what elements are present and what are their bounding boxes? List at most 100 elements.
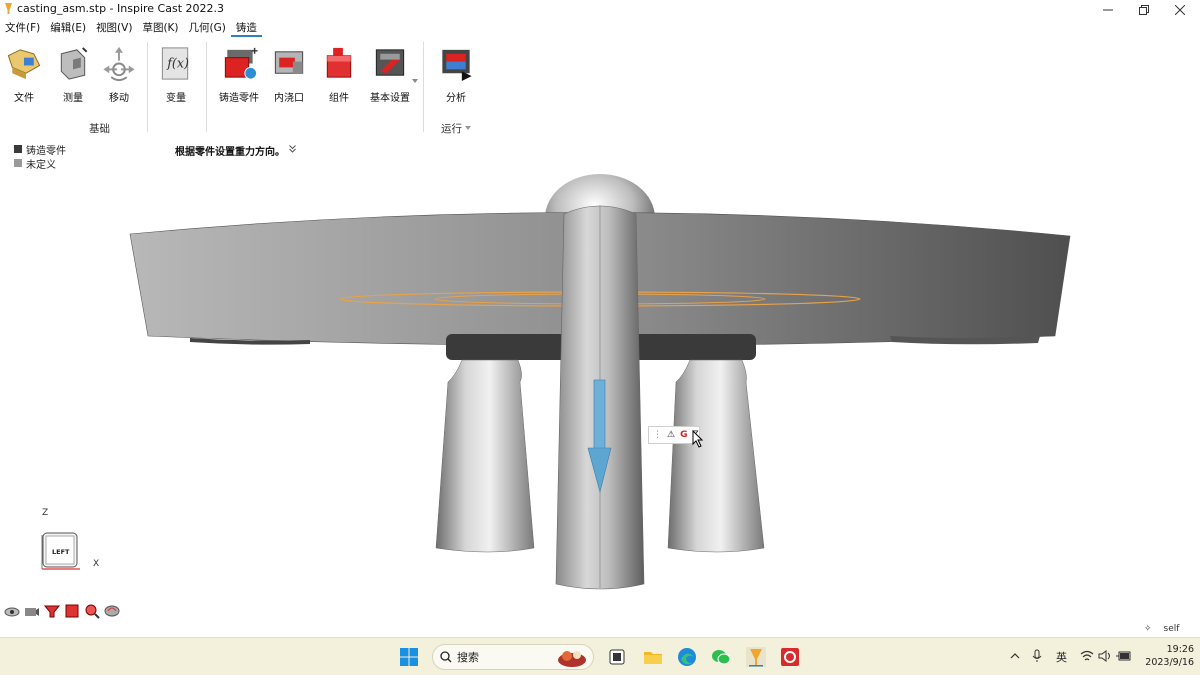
window-title: casting_asm.stp - Inspire Cast 2022.3	[17, 2, 224, 15]
tab-casting[interactable]: 铸造	[230, 19, 262, 37]
ribbon-variable-button[interactable]: f(x) 变量	[152, 44, 200, 104]
instruction-hint: 根据零件设置重力方向。	[175, 147, 285, 158]
restore-icon	[1139, 4, 1149, 15]
ribbon-separator	[147, 42, 148, 132]
ribbon-analysis-button[interactable]: 分析	[432, 44, 480, 104]
legend-item[interactable]: 未定义	[14, 156, 66, 171]
view-cube-face-label: LEFT	[52, 548, 70, 556]
render-mode-icon[interactable]	[104, 603, 120, 619]
ingate-icon	[274, 51, 304, 74]
search-highlight-icon	[558, 651, 586, 667]
gravity-label[interactable]: G	[680, 430, 687, 440]
ribbon-separator	[423, 42, 424, 132]
left-riser	[435, 359, 535, 553]
close-button[interactable]	[1162, 0, 1198, 19]
drag-handle-icon[interactable]: ⋮	[653, 430, 662, 440]
edge-browser-icon[interactable]	[677, 647, 697, 667]
legend-swatch	[14, 159, 22, 167]
ribbon-move-button[interactable]: 移动	[95, 44, 143, 104]
ribbon-component-button[interactable]: 组件	[315, 44, 363, 104]
frame-select-icon[interactable]	[64, 603, 80, 619]
taskbar-search-box[interactable]: 搜索	[432, 644, 594, 670]
gravity-arrow-shaft[interactable]	[593, 379, 606, 451]
task-view-icon[interactable]	[608, 647, 628, 667]
ribbon-casting-part-label: 铸造零件	[219, 93, 259, 104]
volume-icon[interactable]	[1098, 650, 1112, 662]
casting-part-icon	[224, 47, 258, 80]
snap-icon[interactable]: ✧	[1144, 624, 1152, 634]
group-label-run: 运行	[441, 123, 462, 135]
minimize-icon	[1103, 9, 1113, 10]
ribbon-variable-label: 变量	[166, 93, 186, 104]
double-chevron-down-icon[interactable]	[289, 145, 296, 153]
measure-icon	[60, 47, 88, 80]
file-folder-icon	[7, 49, 41, 80]
restore-button[interactable]	[1126, 0, 1162, 19]
menu-edit[interactable]: 编辑(E)	[45, 19, 91, 37]
search-icon	[440, 651, 452, 663]
basic-settings-icon	[375, 49, 405, 76]
move-icon	[103, 46, 135, 82]
chevron-down-icon[interactable]	[465, 126, 471, 130]
legend-label: 未定义	[26, 159, 56, 171]
legend: 铸造零件 未定义	[14, 142, 66, 171]
menu-sketch[interactable]: 草图(K)	[137, 19, 183, 37]
model-viewport[interactable]	[0, 136, 1200, 636]
self-label: self	[1163, 624, 1180, 634]
microphone-icon[interactable]	[1032, 649, 1042, 663]
legend-label: 铸造零件	[26, 145, 66, 157]
axis-z-label: Z	[42, 508, 49, 518]
ribbon-basic-settings-button[interactable]: 基本设置	[366, 44, 414, 104]
svg-text:f(x): f(x)	[166, 55, 189, 70]
inspire-cast-app-icon	[5, 3, 12, 14]
close-icon	[1175, 4, 1185, 15]
group-label-basic: 基础	[89, 123, 110, 135]
variable-fx-icon: f(x)	[161, 47, 189, 80]
ribbon-move-label: 移动	[109, 93, 129, 104]
ribbon-file-label: 文件	[14, 93, 34, 104]
ribbon: 文件 测量 移动 f(x) 变量 铸造零件 内浇口 组件 基本设置 分析 基础 …	[0, 38, 1200, 136]
align-icon[interactable]: ⚠	[667, 430, 675, 440]
visibility-eye-icon[interactable]	[4, 603, 20, 619]
ribbon-basic-settings-label: 基本设置	[370, 93, 410, 104]
title-bar: casting_asm.stp - Inspire Cast 2022.3	[0, 0, 1200, 19]
app-red-icon[interactable]	[780, 647, 800, 667]
view-tools	[4, 603, 120, 619]
status-area: ✧ self	[1144, 624, 1179, 634]
zoom-fit-icon[interactable]	[84, 603, 100, 619]
axis-x-label: X	[93, 559, 100, 569]
camera-icon[interactable]	[24, 603, 40, 619]
inspire-cast-taskbar-icon[interactable]	[746, 647, 766, 667]
ribbon-file-button[interactable]: 文件	[0, 44, 48, 104]
ribbon-analysis-label: 分析	[446, 93, 466, 104]
ribbon-casting-part-button[interactable]: 铸造零件	[215, 44, 263, 104]
section-cut-icon[interactable]	[44, 603, 60, 619]
chevron-down-icon[interactable]	[412, 79, 418, 83]
search-label: 搜索	[457, 651, 479, 664]
minimize-button[interactable]	[1090, 0, 1126, 19]
clock-time: 19:26	[1166, 644, 1194, 655]
view-cube[interactable]: Z LEFT X	[36, 506, 106, 574]
menu-bar: 文件(F) 编辑(E) 视图(V) 草图(K) 几何(G) 铸造	[0, 19, 262, 37]
ribbon-component-label: 组件	[329, 93, 349, 104]
ime-indicator[interactable]: 英	[1056, 649, 1067, 665]
wifi-icon[interactable]	[1080, 650, 1094, 662]
menu-file[interactable]: 文件(F)	[0, 19, 45, 37]
analysis-icon	[442, 49, 472, 82]
tray-overflow-chevron-icon[interactable]	[1010, 652, 1020, 660]
wechat-icon[interactable]	[711, 647, 731, 667]
taskbar: 搜索 英 19:26 2023/9/16	[0, 637, 1200, 675]
component-icon	[326, 47, 352, 78]
mouse-cursor-icon	[692, 430, 704, 448]
menu-view[interactable]: 视图(V)	[91, 19, 137, 37]
file-explorer-icon[interactable]	[643, 647, 663, 667]
legend-item[interactable]: 铸造零件	[14, 142, 66, 157]
battery-icon[interactable]	[1116, 650, 1132, 662]
ribbon-measure-button[interactable]: 测量	[49, 44, 97, 104]
clock-date: 2023/9/16	[1145, 657, 1194, 668]
ribbon-separator	[206, 42, 207, 132]
ribbon-ingate-button[interactable]: 内浇口	[265, 44, 313, 104]
windows-start-icon[interactable]	[399, 647, 419, 667]
system-clock[interactable]: 19:26 2023/9/16	[1138, 643, 1194, 669]
menu-geometry[interactable]: 几何(G)	[184, 19, 231, 37]
